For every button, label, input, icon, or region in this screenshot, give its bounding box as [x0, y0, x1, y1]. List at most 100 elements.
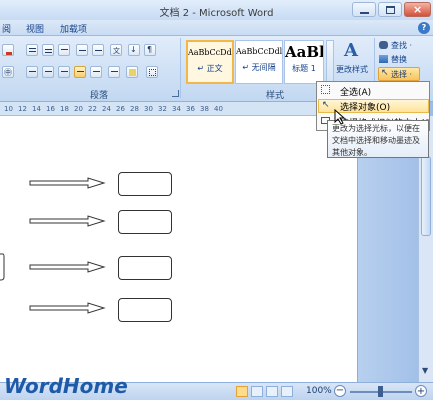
- ruler-number: 22: [88, 105, 97, 113]
- ruler-number: 16: [46, 105, 55, 113]
- align-left-button[interactable]: [26, 66, 38, 78]
- text-box-4[interactable]: [118, 298, 172, 322]
- align-right-icon: [61, 71, 68, 72]
- style-heading-1-sample: AaBl: [285, 43, 323, 61]
- sort-icon: ↓: [130, 45, 137, 54]
- scroll-thumb[interactable]: [421, 156, 431, 236]
- horizontal-ruler: 10 12 14 16 18 20 22 24 26 28 30 32 34 3…: [0, 102, 360, 116]
- select-objects-icon: ↖: [322, 100, 330, 110]
- numbering-icon-line: [45, 52, 52, 53]
- ruler-number: 24: [102, 105, 111, 113]
- view-outline-button[interactable]: [281, 386, 293, 397]
- tooltip: 更改为选择光标，以便在文档中选择和移动墨迹及其他对象。: [327, 120, 429, 158]
- partial-shape: [0, 253, 5, 281]
- ruler-number: 10: [4, 105, 13, 113]
- decrease-indent-button[interactable]: [76, 44, 88, 56]
- ruler-number: 18: [60, 105, 69, 113]
- ruler-number: 12: [18, 105, 27, 113]
- minimize-icon: [360, 12, 369, 14]
- styles-gallery-scroll[interactable]: [326, 40, 334, 84]
- help-icon[interactable]: ?: [418, 22, 430, 34]
- chinese-layout-icon: 文: [113, 47, 120, 55]
- arrow-shape: [29, 177, 106, 314]
- arrow-shape-1: [29, 177, 106, 189]
- style-normal[interactable]: AaBbCcDdl ↵ 正文: [186, 40, 234, 84]
- ruler-number: 38: [200, 105, 209, 113]
- view-web-layout-button[interactable]: [266, 386, 278, 397]
- title-bar: 文档 2 - Microsoft Word ×: [0, 0, 433, 20]
- view-full-screen-button[interactable]: [251, 386, 263, 397]
- style-no-spacing-sample: AaBbCcDdl: [236, 47, 282, 56]
- find-label: 查找 ·: [391, 41, 413, 50]
- shading-button[interactable]: [126, 66, 138, 78]
- close-icon: ×: [413, 3, 423, 16]
- tab-review[interactable]: 阅: [2, 22, 11, 35]
- menu-item-select-all[interactable]: 全选(A): [318, 84, 429, 98]
- change-styles-button[interactable]: A 更改样式: [336, 38, 372, 84]
- styles-group-label: 样式: [266, 91, 285, 101]
- ruler-number: 34: [172, 105, 181, 113]
- binoculars-icon: [379, 41, 388, 49]
- select-all-label: 全选(A): [340, 88, 372, 98]
- show-marks-button[interactable]: ¶: [144, 44, 156, 56]
- zoom-in-icon[interactable]: +: [415, 385, 427, 397]
- zoom-out-icon[interactable]: −: [334, 385, 346, 397]
- increase-indent-icon: [95, 50, 102, 51]
- align-center-icon: [45, 71, 52, 72]
- ruler-number: 28: [130, 105, 139, 113]
- align-right-button[interactable]: [58, 66, 70, 78]
- style-no-spacing-name: ↵ 无间隔: [242, 63, 276, 72]
- align-center-button[interactable]: [42, 66, 54, 78]
- tab-view[interactable]: 视图: [26, 22, 44, 35]
- zoom-level[interactable]: 100%: [306, 386, 332, 396]
- numbering-button[interactable]: [42, 44, 54, 56]
- zoom-slider-thumb[interactable]: [378, 386, 383, 397]
- chinese-layout-button[interactable]: 文: [110, 44, 122, 56]
- justify-button[interactable]: [74, 66, 86, 78]
- find-button[interactable]: 查找 ·: [378, 39, 430, 52]
- multilevel-list-icon: [61, 49, 68, 50]
- text-box-1[interactable]: [118, 172, 172, 196]
- watermark-logo: WordHome: [4, 374, 128, 398]
- increase-indent-button[interactable]: [92, 44, 104, 56]
- cursor-arrow-icon: ↖: [381, 68, 389, 78]
- paragraph-group-label: 段落: [90, 91, 109, 101]
- view-print-layout-button[interactable]: [236, 386, 248, 397]
- document-page[interactable]: [0, 116, 358, 382]
- paragraph-dialog-launcher[interactable]: [172, 90, 179, 97]
- tab-add-ins[interactable]: 加载项: [60, 22, 87, 35]
- select-button[interactable]: ↖ 选择 ·: [378, 67, 420, 81]
- numbering-icon: [45, 49, 52, 50]
- maximize-icon: [386, 6, 395, 14]
- close-button[interactable]: ×: [404, 2, 431, 17]
- style-heading-1[interactable]: AaBl 标题 1: [284, 40, 324, 84]
- line-spacing-button[interactable]: [108, 66, 120, 78]
- select-objects-label: 选择对象(O): [340, 103, 391, 113]
- text-box-3[interactable]: [118, 256, 172, 280]
- ruler-number: 26: [116, 105, 125, 113]
- line-spacing-icon: [111, 71, 118, 72]
- replace-button[interactable]: 替换: [378, 53, 430, 66]
- change-styles-icon: A: [344, 40, 358, 61]
- style-no-spacing[interactable]: AaBbCcDdl ↵ 无间隔: [235, 40, 283, 84]
- bullets-icon-line: [29, 51, 36, 52]
- borders-icon: [149, 69, 156, 76]
- sort-button[interactable]: ↓: [128, 44, 140, 56]
- arrow-shape-4: [29, 302, 106, 314]
- bullets-button[interactable]: [26, 44, 38, 56]
- distributed-align-button[interactable]: [90, 66, 102, 78]
- text-box-2[interactable]: [118, 210, 172, 234]
- replace-label: 替换: [391, 55, 407, 64]
- distributed-align-icon: [93, 71, 100, 72]
- maximize-button[interactable]: [378, 2, 402, 17]
- ruler-number: 20: [74, 105, 83, 113]
- minimize-button[interactable]: [352, 2, 376, 17]
- multilevel-list-button[interactable]: [58, 44, 70, 56]
- font-color-icon: [6, 52, 12, 55]
- font-color-button[interactable]: [2, 44, 14, 56]
- ribbon-tab-bar: 阅 视图 加载项 ?: [0, 20, 433, 36]
- scroll-down-icon[interactable]: ▼: [422, 366, 428, 375]
- character-border-button[interactable]: ㊥: [2, 66, 14, 78]
- borders-button[interactable]: [146, 66, 158, 78]
- align-left-icon: [29, 71, 36, 72]
